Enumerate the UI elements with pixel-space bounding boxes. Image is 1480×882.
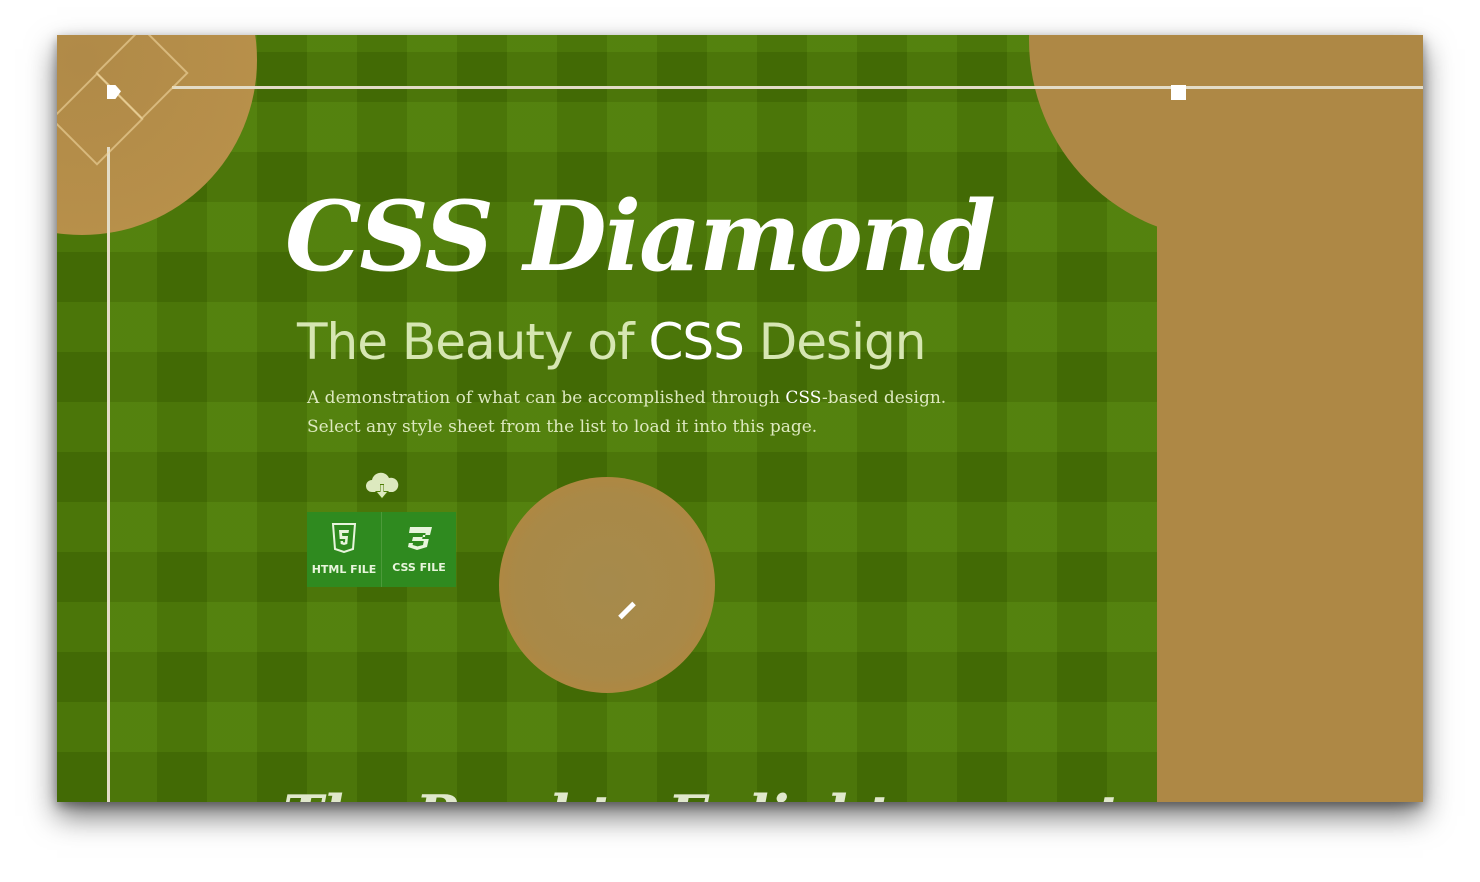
intro-line-1-end: -based design. — [822, 388, 947, 408]
first-base-bag — [1171, 85, 1186, 100]
html5-icon — [331, 523, 357, 553]
pitchers-mound — [499, 477, 715, 693]
page-subtitle: The Beauty of CSS Design — [297, 313, 927, 371]
intro-line-1: A demonstration of what can be accomplis… — [307, 384, 946, 413]
infield-dirt-strip — [1157, 35, 1423, 802]
browser-viewport: CSS Diamond The Beauty of CSS Design A d… — [57, 35, 1423, 802]
css-file-button[interactable]: CSS FILE — [381, 512, 456, 587]
third-base-foul-line — [107, 147, 110, 802]
intro-line-1-text: A demonstration of what can be accomplis… — [307, 388, 786, 408]
css3-icon — [408, 527, 432, 550]
subtitle-text-end: Design — [743, 313, 927, 371]
page-title: CSS Diamond — [285, 180, 996, 293]
first-base-foul-line — [172, 86, 1423, 89]
html-file-label: HTML FILE — [311, 563, 377, 576]
section-heading: The Road to Enlightenment — [283, 783, 1121, 802]
download-buttons: HTML FILE CSS FILE — [307, 512, 456, 587]
css-file-label: CSS FILE — [392, 561, 446, 574]
intro-text: A demonstration of what can be accomplis… — [307, 384, 946, 442]
intro-highlight: CSS — [785, 388, 823, 408]
cloud-download-icon — [366, 472, 399, 499]
html-file-button[interactable]: HTML FILE — [307, 512, 381, 587]
subtitle-highlight: CSS — [648, 313, 744, 371]
subtitle-text: The Beauty of — [297, 313, 649, 371]
intro-line-2: Select any style sheet from the list to … — [307, 417, 818, 437]
